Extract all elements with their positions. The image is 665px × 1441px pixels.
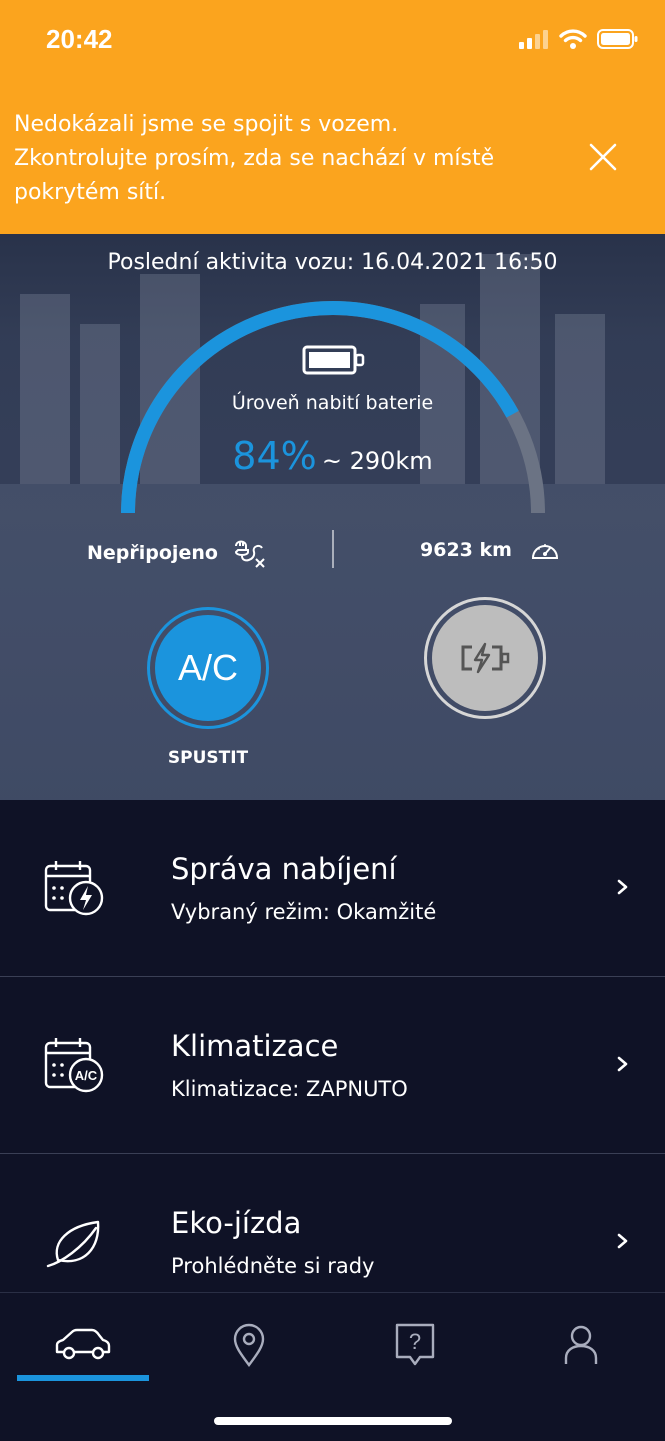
feature-list: Správa nabíjení Vybraný režim: Okamžité … (0, 800, 665, 1330)
list-item-air-conditioning[interactable]: A/C Klimatizace Klimatizace: ZAPNUTO (0, 977, 665, 1154)
svg-text:A/C: A/C (75, 1068, 98, 1083)
alert-message-line-2: Zkontrolujte prosím, zda se nachází v mí… (14, 146, 495, 171)
alert-message-line-1: Nedokázali jsme se spojit s vozem. (14, 112, 399, 137)
unplugged-icon (234, 540, 265, 568)
battery-readout: 84% ~ 290km (0, 434, 665, 478)
ac-caption: SPUSTIT (167, 748, 249, 768)
active-tab-indicator (17, 1375, 149, 1381)
vehicle-status-panel: Poslední aktivita vozu: 16.04.2021 16:50… (0, 234, 665, 800)
speedometer-icon (531, 544, 558, 559)
ac-start-button[interactable]: A/C (147, 607, 269, 729)
connection-alert-banner: 20:42 Nedokázali jsme se spojit s vozem.… (0, 0, 665, 234)
plug-status: Nepřipojeno (87, 538, 268, 568)
status-time: 20:42 (46, 24, 113, 54)
tab-map[interactable] (204, 1315, 294, 1375)
list-item-subtitle: Prohlédněte si rady (171, 1254, 375, 1278)
odometer-value: 9623 km (420, 539, 512, 561)
list-item-title: Správa nabíjení (171, 852, 397, 886)
info-divider (332, 530, 334, 568)
profile-icon (564, 1325, 598, 1364)
bottom-tab-bar: ? (0, 1292, 665, 1441)
wifi-icon (559, 29, 587, 49)
ac-label: A/C (155, 615, 261, 721)
car-icon (55, 1328, 111, 1360)
charging-battery-icon (461, 642, 510, 674)
tab-help[interactable]: ? (370, 1315, 460, 1375)
list-item-subtitle: Vybraný režim: Okamžité (171, 900, 437, 924)
charging-button[interactable] (424, 597, 546, 719)
tab-profile[interactable] (536, 1315, 626, 1375)
list-item-title: Klimatizace (171, 1029, 339, 1063)
signal-icon (519, 30, 548, 49)
alert-message: Nedokázali jsme se spojit s vozem. Zkont… (14, 108, 554, 210)
plug-status-label: Nepřipojeno (87, 542, 218, 564)
status-icons (519, 28, 639, 50)
map-pin-icon (233, 1323, 265, 1367)
list-item-title: Eko-jízda (171, 1206, 302, 1240)
chevron-right-icon (617, 1233, 628, 1249)
help-icon: ? (395, 1323, 435, 1366)
home-indicator (214, 1417, 452, 1425)
chevron-right-icon (617, 1056, 628, 1072)
close-icon[interactable] (584, 138, 622, 176)
battery-gauge (121, 301, 545, 514)
svg-text:?: ? (409, 1329, 421, 1354)
list-item-charging-management[interactable]: Správa nabíjení Vybraný režim: Okamžité (0, 800, 665, 977)
calendar-ac-icon: A/C (44, 1038, 104, 1093)
battery-icon (302, 345, 365, 375)
range-estimate: ~ 290km (321, 447, 433, 475)
battery-level-label: Úroveň nabití baterie (231, 392, 434, 414)
odometer: 9623 km (420, 538, 560, 562)
list-item-subtitle: Klimatizace: ZAPNUTO (171, 1077, 408, 1101)
tab-car[interactable] (38, 1315, 128, 1375)
battery-status-icon (597, 29, 638, 49)
chevron-right-icon (617, 879, 628, 895)
leaf-icon (46, 1220, 100, 1268)
alert-message-line-3: pokrytém sítí. (14, 180, 167, 205)
battery-percent: 84% (232, 434, 317, 478)
calendar-charge-icon (44, 861, 104, 916)
charging-button-face (432, 605, 538, 711)
